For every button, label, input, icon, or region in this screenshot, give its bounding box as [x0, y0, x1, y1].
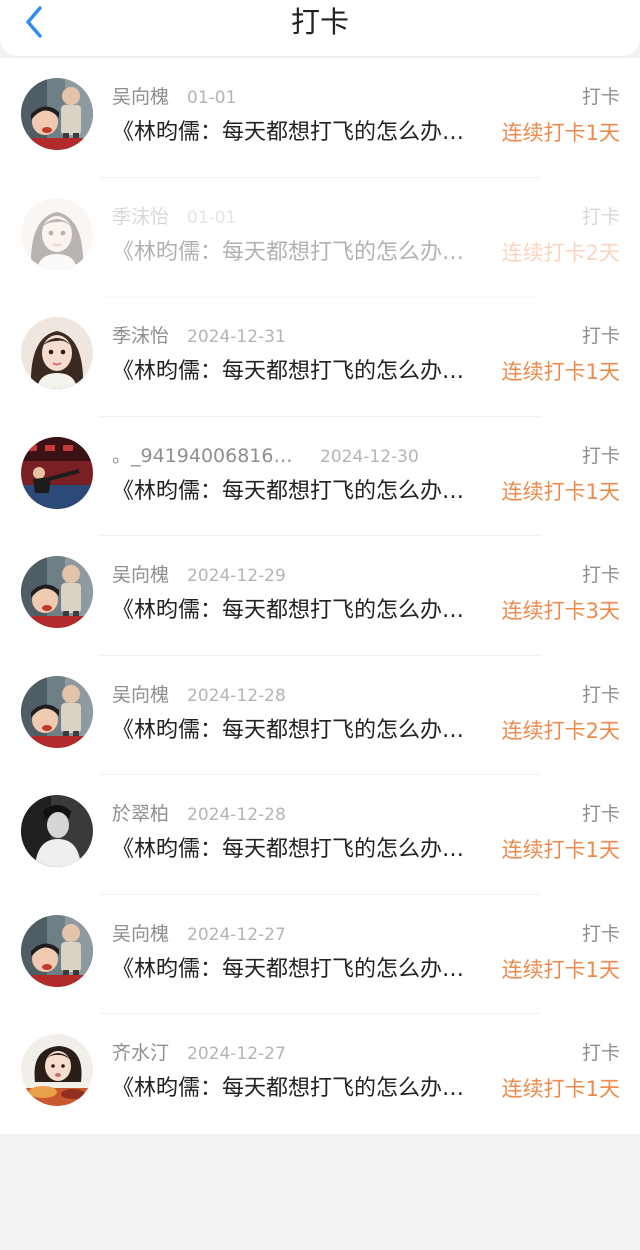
streak-label: 连续打卡2天: [501, 718, 620, 743]
user-name[interactable]: 吴向槐: [112, 563, 169, 587]
avatar[interactable]: [21, 197, 93, 270]
checkin-content[interactable]: 《林昀儒：每天都想打飞的怎么办…: [112, 478, 500, 506]
list-item[interactable]: 。_941940068162… 2024-12-30 打卡 《林昀儒：每天都想打…: [0, 417, 640, 536]
user-name[interactable]: 吴向槐: [112, 85, 169, 109]
checkin-tag: 打卡: [581, 1042, 620, 1064]
streak-label: 连续打卡1天: [501, 1077, 620, 1101]
checkin-content[interactable]: 《林昀儒：每天都想打飞的怎么办…: [112, 597, 500, 625]
list-item[interactable]: 吴向槐 2024-12-28 打卡 《林昀儒：每天都想打飞的怎么办… 连续打卡2…: [0, 656, 640, 775]
page-title: 打卡: [290, 5, 349, 39]
checkin-date: 2024-12-27: [187, 924, 286, 945]
checkin-tag: 打卡: [581, 683, 620, 706]
streak-label: 连续打卡1天: [501, 121, 620, 145]
user-name[interactable]: 於翠柏: [112, 802, 169, 826]
streak-label: 连续打卡1天: [501, 479, 620, 504]
checkin-tag: 打卡: [581, 564, 620, 586]
avatar[interactable]: [21, 914, 93, 987]
list-item[interactable]: 吴向槐 01-01 打卡 《林昀儒：每天都想打飞的怎么办… 连续打卡1天: [0, 58, 640, 178]
avatar[interactable]: [21, 317, 93, 389]
checkin-tag: 打卡: [581, 325, 620, 347]
checkin-date: 2024-12-28: [187, 685, 286, 706]
avatar-girl-image: [21, 197, 93, 270]
list-item[interactable]: 季沫怡 2024-12-31 打卡 《林昀儒：每天都想打飞的怎么办… 连续打卡1…: [0, 297, 640, 417]
checkin-content[interactable]: 《林昀儒：每天都想打飞的怎么办…: [112, 1075, 500, 1103]
checkin-list: 吴向槐 01-01 打卡 《林昀儒：每天都想打飞的怎么办… 连续打卡1天 季沫怡…: [0, 58, 640, 1134]
streak-label: 连续打卡3天: [501, 599, 620, 623]
streak-label: 连续打卡1天: [501, 838, 620, 862]
avatar-child-image: [21, 675, 93, 748]
avatar-girl-image: [21, 317, 93, 389]
user-name[interactable]: 季沫怡: [112, 205, 169, 229]
list-item[interactable]: 齐水汀 2024-12-27 打卡 《林昀儒：每天都想打飞的怎么办… 连续打卡1…: [0, 1014, 640, 1134]
streak-label: 连续打卡1天: [501, 360, 620, 384]
checkin-content[interactable]: 《林昀儒：每天都想打飞的怎么办…: [112, 239, 500, 267]
avatar[interactable]: [21, 436, 93, 509]
avatar[interactable]: [21, 675, 93, 748]
checkin-tag: 打卡: [581, 922, 620, 945]
checkin-content[interactable]: 《林昀儒：每天都想打飞的怎么办…: [112, 956, 500, 984]
checkin-tag: 打卡: [581, 803, 620, 825]
checkin-date: 2024-12-31: [187, 327, 286, 347]
streak-label: 连续打卡1天: [501, 957, 620, 982]
avatar[interactable]: [21, 1034, 93, 1106]
avatar[interactable]: [21, 556, 93, 628]
checkin-content[interactable]: 《林昀儒：每天都想打飞的怎么办…: [112, 119, 500, 147]
list-item[interactable]: 於翠柏 2024-12-28 打卡 《林昀儒：每天都想打飞的怎么办… 连续打卡1…: [0, 775, 640, 895]
checkin-tag: 打卡: [581, 205, 620, 228]
user-name[interactable]: 季沫怡: [112, 324, 169, 348]
checkin-date: 01-01: [187, 88, 237, 108]
avatar-table-tennis-image: [21, 436, 93, 509]
top-bar: 打卡: [0, 0, 640, 56]
avatar-child-image: [21, 914, 93, 987]
checkin-content[interactable]: 《林昀儒：每天都想打飞的怎么办…: [112, 358, 500, 386]
user-name[interactable]: 齐水汀: [112, 1041, 169, 1065]
user-name[interactable]: 。_941940068162…: [112, 444, 302, 468]
avatar-child-image: [21, 556, 93, 628]
checkin-date: 2024-12-27: [187, 1044, 286, 1064]
list-item[interactable]: 季沫怡 01-01 打卡 《林昀儒：每天都想打飞的怎么办… 连续打卡2天: [0, 178, 640, 297]
checkin-content[interactable]: 《林昀儒：每天都想打飞的怎么办…: [112, 836, 500, 864]
avatar-child-image: [21, 78, 93, 150]
checkin-date: 2024-12-29: [187, 566, 286, 586]
avatar[interactable]: [21, 795, 93, 867]
user-name[interactable]: 吴向槐: [112, 683, 169, 707]
avatar-girl-dining-image: [21, 1034, 93, 1106]
checkin-date: 01-01: [187, 207, 237, 228]
list-item[interactable]: 吴向槐 2024-12-29 打卡 《林昀儒：每天都想打飞的怎么办… 连续打卡3…: [0, 536, 640, 656]
avatar-bw-man-image: [21, 795, 93, 867]
avatar[interactable]: [21, 78, 93, 150]
user-name[interactable]: 吴向槐: [112, 922, 169, 946]
checkin-tag: 打卡: [581, 444, 620, 467]
checkin-date: 2024-12-30: [320, 446, 419, 467]
list-item[interactable]: 吴向槐 2024-12-27 打卡 《林昀儒：每天都想打飞的怎么办… 连续打卡1…: [0, 895, 640, 1014]
streak-label: 连续打卡2天: [501, 240, 620, 265]
checkin-date: 2024-12-28: [187, 805, 286, 825]
checkin-tag: 打卡: [581, 86, 620, 108]
checkin-content[interactable]: 《林昀儒：每天都想打飞的怎么办…: [112, 717, 500, 745]
